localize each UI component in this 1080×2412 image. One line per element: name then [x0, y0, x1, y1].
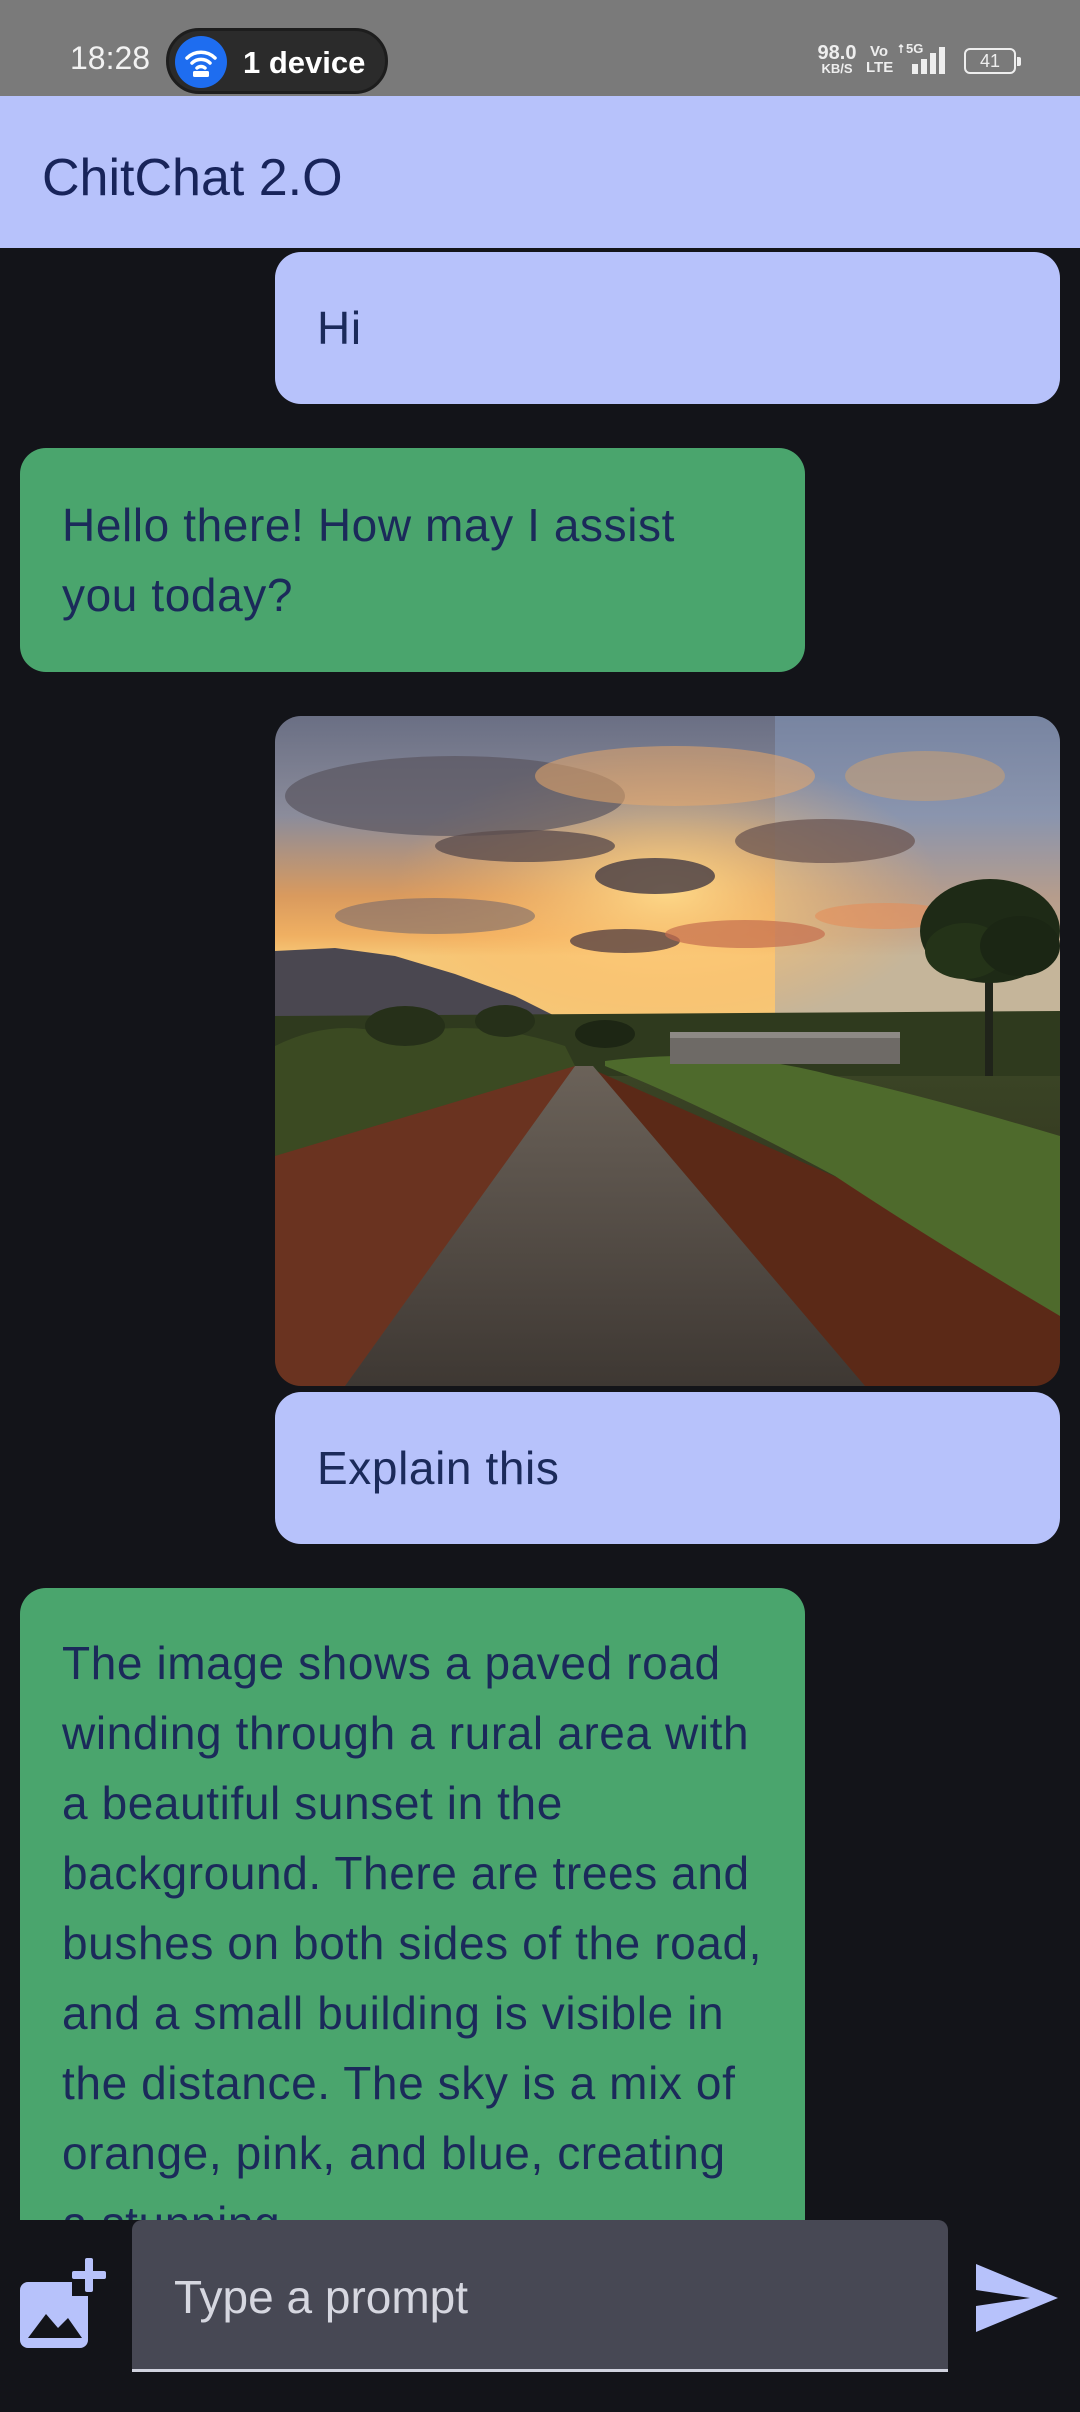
volte-top: Vo [869, 43, 889, 60]
network-type-label: 5G [906, 42, 923, 56]
app-title: ChitChat 2.O [42, 149, 343, 207]
signal-icon: 5G [898, 41, 950, 81]
status-bar: 18:28 1 device 98.0 KB/S Vo LTE 5G 41 [0, 0, 1080, 96]
user-message: Hi [275, 252, 1060, 404]
send-icon [976, 2264, 1058, 2332]
chat-messages[interactable]: Hi Hello there! How may I assist you tod… [0, 248, 1080, 2220]
prompt-input[interactable]: Type a prompt [132, 2220, 948, 2372]
landscape-photo [275, 716, 1060, 1386]
network-speed-unit: KB/S [821, 61, 853, 76]
user-image-message[interactable] [275, 716, 1060, 1386]
add-image-icon [20, 2256, 106, 2348]
user-message: Explain this [275, 1392, 1060, 1544]
hotspot-label: 1 device [243, 45, 366, 80]
volte-indicator: Vo LTE [866, 43, 894, 76]
hotspot-indicator[interactable]: 1 device [166, 28, 388, 94]
network-speed-value: 98.0 [817, 42, 857, 64]
hotspot-icon [175, 36, 227, 88]
add-image-button[interactable] [18, 2254, 106, 2350]
bot-message: Hello there! How may I assist you today? [20, 448, 805, 672]
bot-message: The image shows a paved road winding thr… [20, 1588, 805, 2220]
volte-bottom: LTE [866, 59, 894, 76]
send-button[interactable] [972, 2258, 1062, 2338]
battery-level: 41 [979, 51, 1001, 71]
status-time: 18:28 [70, 40, 151, 76]
app-bar: ChitChat 2.O [0, 96, 1080, 248]
input-bar: Type a prompt [0, 2220, 1080, 2412]
battery-icon: 41 [964, 48, 1021, 74]
prompt-placeholder: Type a prompt [174, 2271, 469, 2323]
network-speed: 98.0 KB/S [812, 42, 862, 76]
